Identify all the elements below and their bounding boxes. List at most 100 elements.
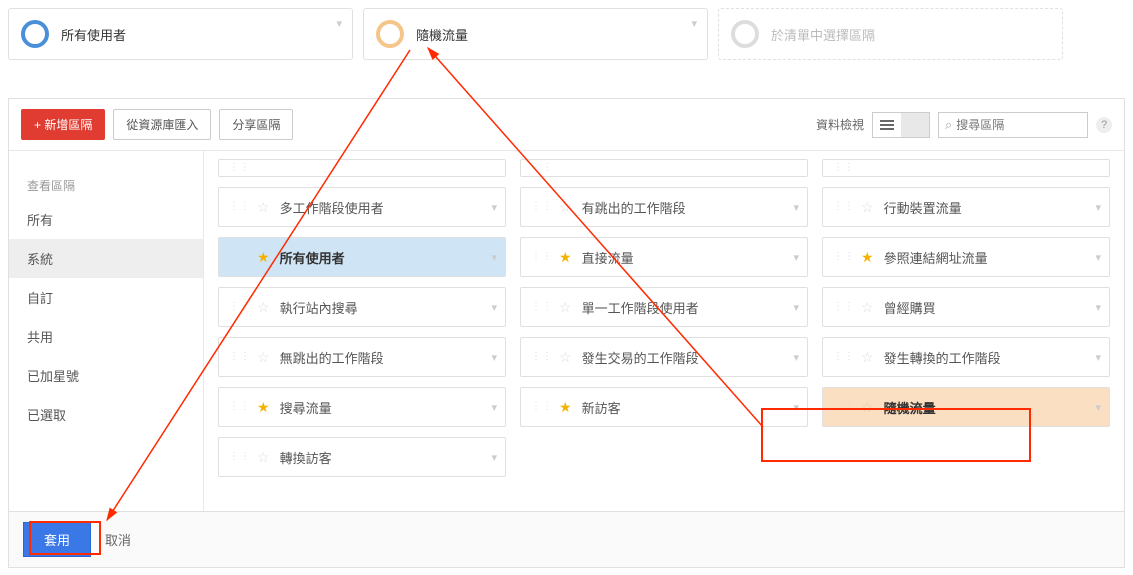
chevron-down-icon[interactable]: ▾ bbox=[1095, 201, 1101, 214]
star-icon[interactable]: ☆ bbox=[861, 299, 874, 316]
segment-label: 行動裝置流量 bbox=[884, 198, 962, 217]
star-icon[interactable]: ★ bbox=[257, 249, 270, 266]
star-icon[interactable]: ☆ bbox=[257, 199, 270, 216]
drag-handle-icon[interactable]: ⋮⋮ bbox=[833, 255, 855, 259]
search-input[interactable] bbox=[956, 118, 1081, 132]
drag-handle-icon[interactable]: ⋮⋮ bbox=[531, 255, 553, 259]
star-icon[interactable]: ☆ bbox=[559, 299, 572, 316]
share-segment-button[interactable]: 分享區隔 bbox=[219, 109, 293, 140]
sidebar-header: 查看區隔 bbox=[9, 171, 203, 200]
star-icon[interactable]: ★ bbox=[559, 249, 572, 266]
selector-random-traffic[interactable]: 隨機流量 ▾ bbox=[363, 8, 708, 60]
segment-label: 所有使用者 bbox=[280, 248, 345, 267]
segment-label: 執行站內搜尋 bbox=[280, 298, 358, 317]
drag-handle-icon[interactable]: ⋮⋮ bbox=[833, 405, 855, 409]
segments-grid-area: ⋮⋮⋮⋮⋮⋮ ⋮⋮☆多工作階段使用者▾⋮⋮☆有跳出的工作階段▾⋮⋮☆行動裝置流量… bbox=[204, 151, 1124, 511]
sidebar-item[interactable]: 所有 bbox=[9, 200, 203, 239]
chevron-down-icon: ▾ bbox=[691, 17, 697, 30]
segment-card[interactable]: ⋮⋮ ★ 直接流量 ▾ bbox=[520, 237, 808, 277]
sidebar-item[interactable]: 系統 bbox=[9, 239, 203, 278]
drag-handle-icon[interactable]: ⋮⋮ bbox=[229, 205, 251, 209]
drag-handle-icon[interactable]: ⋮⋮ bbox=[229, 405, 251, 409]
segment-card[interactable]: ⋮⋮☆發生轉換的工作階段▾ bbox=[822, 337, 1110, 377]
chevron-down-icon[interactable]: ▾ bbox=[793, 351, 799, 364]
segment-card[interactable]: ⋮⋮ ☆ 轉換訪客 ▾ bbox=[218, 437, 506, 477]
drag-handle-icon[interactable]: ⋮⋮ bbox=[531, 205, 553, 209]
segment-card[interactable]: ⋮⋮ ☆ 多工作階段使用者 ▾ bbox=[218, 187, 506, 227]
chevron-down-icon[interactable]: ▾ bbox=[793, 401, 799, 414]
help-icon[interactable]: ? bbox=[1096, 117, 1112, 133]
search-box: ⌕ bbox=[938, 112, 1088, 138]
star-icon[interactable]: ☆ bbox=[861, 399, 874, 416]
chevron-down-icon[interactable]: ▾ bbox=[1095, 351, 1101, 364]
star-icon[interactable]: ★ bbox=[559, 399, 572, 416]
segment-label: 轉換訪客 bbox=[280, 448, 332, 467]
cancel-button[interactable]: 取消 bbox=[105, 530, 131, 549]
segment-card[interactable]: ⋮⋮ ★ 所有使用者 ▾ bbox=[218, 237, 506, 277]
selector-choose-segment[interactable]: 於清單中選擇區隔 bbox=[718, 8, 1063, 60]
segments-panel: + 新增區隔 從資源庫匯入 分享區隔 資料檢視 ⌕ ? 查看區隔 所有系統自訂共… bbox=[8, 98, 1125, 568]
segment-card[interactable]: ⋮⋮☆單一工作階段使用者▾ bbox=[520, 287, 808, 327]
segment-card[interactable]: ⋮⋮★新訪客▾ bbox=[520, 387, 808, 427]
drag-handle-icon[interactable]: ⋮⋮ bbox=[833, 305, 855, 309]
chevron-down-icon[interactable]: ▾ bbox=[1095, 251, 1101, 264]
star-icon[interactable]: ★ bbox=[861, 249, 874, 266]
chevron-down-icon[interactable]: ▾ bbox=[1095, 301, 1101, 314]
star-icon[interactable]: ☆ bbox=[861, 199, 874, 216]
sidebar-item[interactable]: 已選取 bbox=[9, 395, 203, 434]
drag-handle-icon[interactable]: ⋮⋮ bbox=[531, 405, 553, 409]
new-segment-button[interactable]: + 新增區隔 bbox=[21, 109, 105, 140]
chevron-down-icon[interactable]: ▾ bbox=[491, 401, 497, 414]
apply-button[interactable]: 套用 bbox=[23, 522, 91, 557]
selector-label: 隨機流量 bbox=[416, 25, 468, 44]
segment-label: 參照連結網址流量 bbox=[884, 248, 988, 267]
chevron-down-icon[interactable]: ▾ bbox=[491, 351, 497, 364]
segment-card[interactable]: ⋮⋮☆隨機流量▾ bbox=[822, 387, 1110, 427]
drag-handle-icon[interactable]: ⋮⋮ bbox=[531, 305, 553, 309]
chevron-down-icon[interactable]: ▾ bbox=[491, 251, 497, 264]
segment-card[interactable]: ⋮⋮☆曾經購買▾ bbox=[822, 287, 1110, 327]
sidebar-item[interactable]: 共用 bbox=[9, 317, 203, 356]
drag-handle-icon[interactable]: ⋮⋮ bbox=[531, 355, 553, 359]
segment-card[interactable]: ⋮⋮ ☆ 無跳出的工作階段 ▾ bbox=[218, 337, 506, 377]
segment-card-partial: ⋮⋮ bbox=[218, 159, 506, 177]
segment-card[interactable]: ⋮⋮★搜尋流量▾ bbox=[218, 387, 506, 427]
import-library-button[interactable]: 從資源庫匯入 bbox=[113, 109, 211, 140]
drag-handle-icon[interactable]: ⋮⋮ bbox=[229, 255, 251, 259]
segment-card[interactable]: ⋮⋮☆發生交易的工作階段▾ bbox=[520, 337, 808, 377]
chevron-down-icon[interactable]: ▾ bbox=[491, 301, 497, 314]
segment-label: 無跳出的工作階段 bbox=[280, 348, 384, 367]
chevron-down-icon[interactable]: ▾ bbox=[491, 451, 497, 464]
drag-handle-icon[interactable]: ⋮⋮ bbox=[229, 355, 251, 359]
star-icon[interactable]: ☆ bbox=[257, 299, 270, 316]
drag-handle-icon[interactable]: ⋮⋮ bbox=[833, 355, 855, 359]
star-icon[interactable]: ☆ bbox=[861, 349, 874, 366]
grid-view-button[interactable] bbox=[901, 113, 929, 137]
drag-handle-icon[interactable]: ⋮⋮ bbox=[229, 305, 251, 309]
chevron-down-icon[interactable]: ▾ bbox=[793, 201, 799, 214]
sidebar-item[interactable]: 自訂 bbox=[9, 278, 203, 317]
segment-card[interactable]: ⋮⋮ ☆ 行動裝置流量 ▾ bbox=[822, 187, 1110, 227]
star-icon[interactable]: ☆ bbox=[257, 349, 270, 366]
star-icon[interactable]: ☆ bbox=[559, 349, 572, 366]
drag-handle-icon[interactable]: ⋮⋮ bbox=[229, 455, 251, 459]
drag-handle-icon[interactable]: ⋮⋮ bbox=[833, 205, 855, 209]
chevron-down-icon[interactable]: ▾ bbox=[491, 201, 497, 214]
segment-card[interactable]: ⋮⋮ ☆ 執行站內搜尋 ▾ bbox=[218, 287, 506, 327]
star-icon[interactable]: ☆ bbox=[257, 449, 270, 466]
star-icon[interactable]: ☆ bbox=[559, 199, 572, 216]
segment-card[interactable]: ⋮⋮ ★ 參照連結網址流量 ▾ bbox=[822, 237, 1110, 277]
sidebar-item[interactable]: 已加星號 bbox=[9, 356, 203, 395]
chevron-down-icon[interactable]: ▾ bbox=[1095, 401, 1101, 414]
selector-label: 所有使用者 bbox=[61, 25, 126, 44]
segment-label: 多工作階段使用者 bbox=[280, 198, 384, 217]
list-view-button[interactable] bbox=[873, 113, 901, 137]
segment-label: 直接流量 bbox=[582, 248, 634, 267]
chevron-down-icon[interactable]: ▾ bbox=[793, 301, 799, 314]
selector-all-users[interactable]: 所有使用者 ▾ bbox=[8, 8, 353, 60]
view-label: 資料檢視 bbox=[816, 116, 864, 133]
chevron-down-icon[interactable]: ▾ bbox=[793, 251, 799, 264]
segment-card[interactable]: ⋮⋮☆有跳出的工作階段▾ bbox=[520, 187, 808, 227]
star-icon[interactable]: ★ bbox=[257, 399, 270, 416]
search-icon: ⌕ bbox=[945, 117, 952, 133]
